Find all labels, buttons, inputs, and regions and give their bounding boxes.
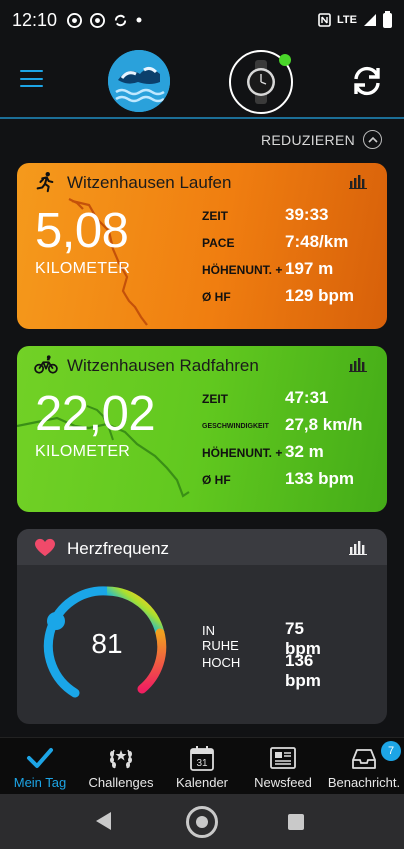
nav-label: Mein Tag <box>13 775 67 790</box>
distance-unit: KILOMETER <box>35 260 131 277</box>
bike-stats: ZEIT 47:31 GESCHWINDIGKEIT 27,8 km/h HÖHEN… <box>202 386 382 494</box>
nav-item-mein-tag[interactable]: Mein Tag <box>0 738 80 795</box>
connected-status-dot <box>279 54 291 66</box>
header-divider <box>0 117 404 119</box>
notification-badge: 7 <box>381 741 401 761</box>
distance-value: 5,08 <box>35 204 129 258</box>
collapse-toggle[interactable]: REDUZIEREN <box>261 130 382 149</box>
home-icon[interactable] <box>186 806 218 838</box>
bar-chart-icon[interactable] <box>349 174 367 189</box>
stat-label: GESCHWINDIGKEIT <box>202 423 269 430</box>
inbox-icon <box>352 749 376 769</box>
chrome-icon <box>90 12 106 28</box>
status-right: LTE <box>318 10 392 28</box>
run-stats: ZEIT 39:33 PACE 7:48/km HÖHENUNT. +197 m Ø… <box>202 203 382 311</box>
nav-label: Challenges <box>88 775 154 790</box>
profile-avatar[interactable] <box>108 50 170 112</box>
battery-icon <box>383 10 392 28</box>
laurel-icon <box>110 749 132 769</box>
heart-icon <box>35 538 55 557</box>
stat-value: 136 bpm <box>285 651 321 690</box>
stat-label: IN RUHE <box>202 623 239 653</box>
stat-value: 129 bpm <box>285 286 354 305</box>
status-bar: 12:10 LTE <box>0 0 404 40</box>
hamburger-menu-icon[interactable] <box>20 70 43 87</box>
nav-label: Kalender <box>175 775 229 790</box>
nav-item-benachrichtigungen[interactable]: Benachricht. 7 <box>324 738 404 795</box>
dot-icon <box>136 17 142 23</box>
nav-label: Benachricht. <box>327 775 401 790</box>
device-watch-button[interactable] <box>229 50 293 114</box>
stat-row: ZEIT 47:31 <box>202 386 382 413</box>
stat-value: 39:33 <box>285 205 329 224</box>
stat-label: Ø HF <box>202 473 231 487</box>
sync-notification-icon <box>114 14 127 26</box>
system-navigation-bar <box>0 794 404 849</box>
stat-label: HOCH <box>202 655 241 670</box>
bicycle-icon <box>34 355 58 374</box>
bar-chart-icon[interactable] <box>349 540 367 555</box>
activity-card-run[interactable]: Witzenhausen Laufen 5,08 KILOMETER ZEIT 3… <box>17 163 387 329</box>
stat-label: HÖHENUNT. + <box>202 263 283 277</box>
stat-row: HÖHENUNT. +32 m <box>202 440 382 467</box>
checkmark-icon <box>27 748 53 768</box>
distance-value: 22,02 <box>35 387 156 441</box>
stat-label: PACE <box>202 236 235 250</box>
back-icon[interactable] <box>96 812 111 830</box>
recent-apps-icon[interactable] <box>288 814 304 830</box>
network-type: LTE <box>337 14 357 26</box>
stat-label: HÖHENUNT. + <box>202 446 283 460</box>
stat-row: ZEIT 39:33 <box>202 203 382 230</box>
nav-item-kalender[interactable]: 31 Kalender <box>162 738 242 795</box>
stat-label: ZEIT <box>202 392 228 406</box>
calendar-day: 31 <box>196 758 208 769</box>
stat-value: 47:31 <box>285 388 329 407</box>
activity-card-bike[interactable]: Witzenhausen Radfahren 22,02 KILOMETER Z… <box>17 346 387 512</box>
card-title: Witzenhausen Radfahren <box>67 356 259 375</box>
nav-item-newsfeed[interactable]: Newsfeed <box>243 738 323 795</box>
card-title: Witzenhausen Laufen <box>67 173 232 192</box>
stat-row: PACE 7:48/km <box>202 230 382 257</box>
heart-rate-gauge: 81 <box>42 581 172 711</box>
bottom-navigation: Mein Tag Challenges 31 Kalender Newsfeed <box>0 737 404 794</box>
stat-value: 32 m <box>285 442 324 461</box>
card-title: Herzfrequenz <box>67 539 170 558</box>
nav-item-challenges[interactable]: Challenges <box>81 738 161 795</box>
notification-icons <box>67 12 142 28</box>
chrome-icon <box>67 12 83 28</box>
stat-value: 197 m <box>285 259 334 278</box>
stat-row: Ø HF 133 bpm <box>202 467 382 494</box>
swimmer-image <box>108 50 170 112</box>
calendar-icon: 31 <box>190 746 214 771</box>
newspaper-icon <box>270 747 296 769</box>
chevron-up-icon <box>363 130 382 149</box>
distance-unit: KILOMETER <box>35 443 131 460</box>
nav-label: Newsfeed <box>254 775 312 790</box>
stat-value: 7:48/km <box>285 232 349 251</box>
app-header <box>0 40 404 118</box>
stat-row: HÖHENUNT. +197 m <box>202 257 382 284</box>
signal-icon <box>364 14 376 26</box>
stat-row: Ø HF 129 bpm <box>202 284 382 311</box>
stat-value: 27,8 km/h <box>285 415 363 434</box>
nfc-icon <box>318 13 331 27</box>
stat-value: 133 bpm <box>285 469 354 488</box>
current-heart-rate: 81 <box>91 628 123 659</box>
sync-icon[interactable] <box>350 64 384 98</box>
stat-row: GESCHWINDIGKEIT 27,8 km/h <box>202 413 382 440</box>
status-time: 12:10 <box>12 9 58 30</box>
stat-label: ZEIT <box>202 209 228 223</box>
heart-rate-card[interactable]: Herzfrequenz 81 IN RUHE 75 bpm HOCH 136 … <box>17 529 387 724</box>
runner-icon <box>36 172 54 193</box>
bar-chart-icon[interactable] <box>349 357 367 372</box>
stat-label: Ø HF <box>202 290 231 304</box>
collapse-label: REDUZIEREN <box>260 131 355 148</box>
